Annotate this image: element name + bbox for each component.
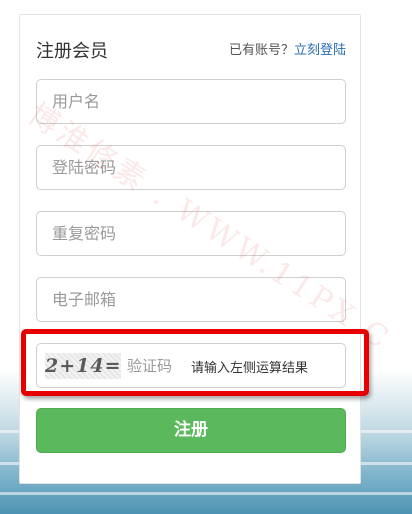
captcha-input[interactable] (127, 344, 187, 387)
login-link[interactable]: 立刻登陆 (294, 43, 346, 58)
username-field[interactable] (36, 79, 346, 124)
register-panel: 注册会员 已有账号？立刻登陆 2+14= 请输入左侧运算结果 注册 (19, 14, 361, 484)
email-field[interactable] (36, 277, 346, 322)
register-button[interactable]: 注册 (36, 408, 346, 453)
captcha-image[interactable]: 2+14= (45, 353, 121, 379)
confirm-password-input[interactable] (37, 212, 345, 255)
login-prompt: 已有账号？立刻登陆 (229, 39, 346, 58)
page-title: 注册会员 (36, 41, 108, 62)
confirm-password-field[interactable] (36, 211, 346, 256)
password-input[interactable] (37, 146, 345, 189)
login-prompt-text: 已有账号？ (228, 43, 294, 58)
username-input[interactable] (37, 80, 345, 123)
password-field[interactable] (36, 145, 346, 190)
form-header: 注册会员 已有账号？立刻登陆 (36, 37, 346, 62)
email-input[interactable] (37, 278, 345, 321)
captcha-hint: 请输入左侧运算结果 (191, 361, 309, 376)
captcha-row: 2+14= 请输入左侧运算结果 (36, 343, 346, 388)
sea-wave (0, 492, 412, 495)
